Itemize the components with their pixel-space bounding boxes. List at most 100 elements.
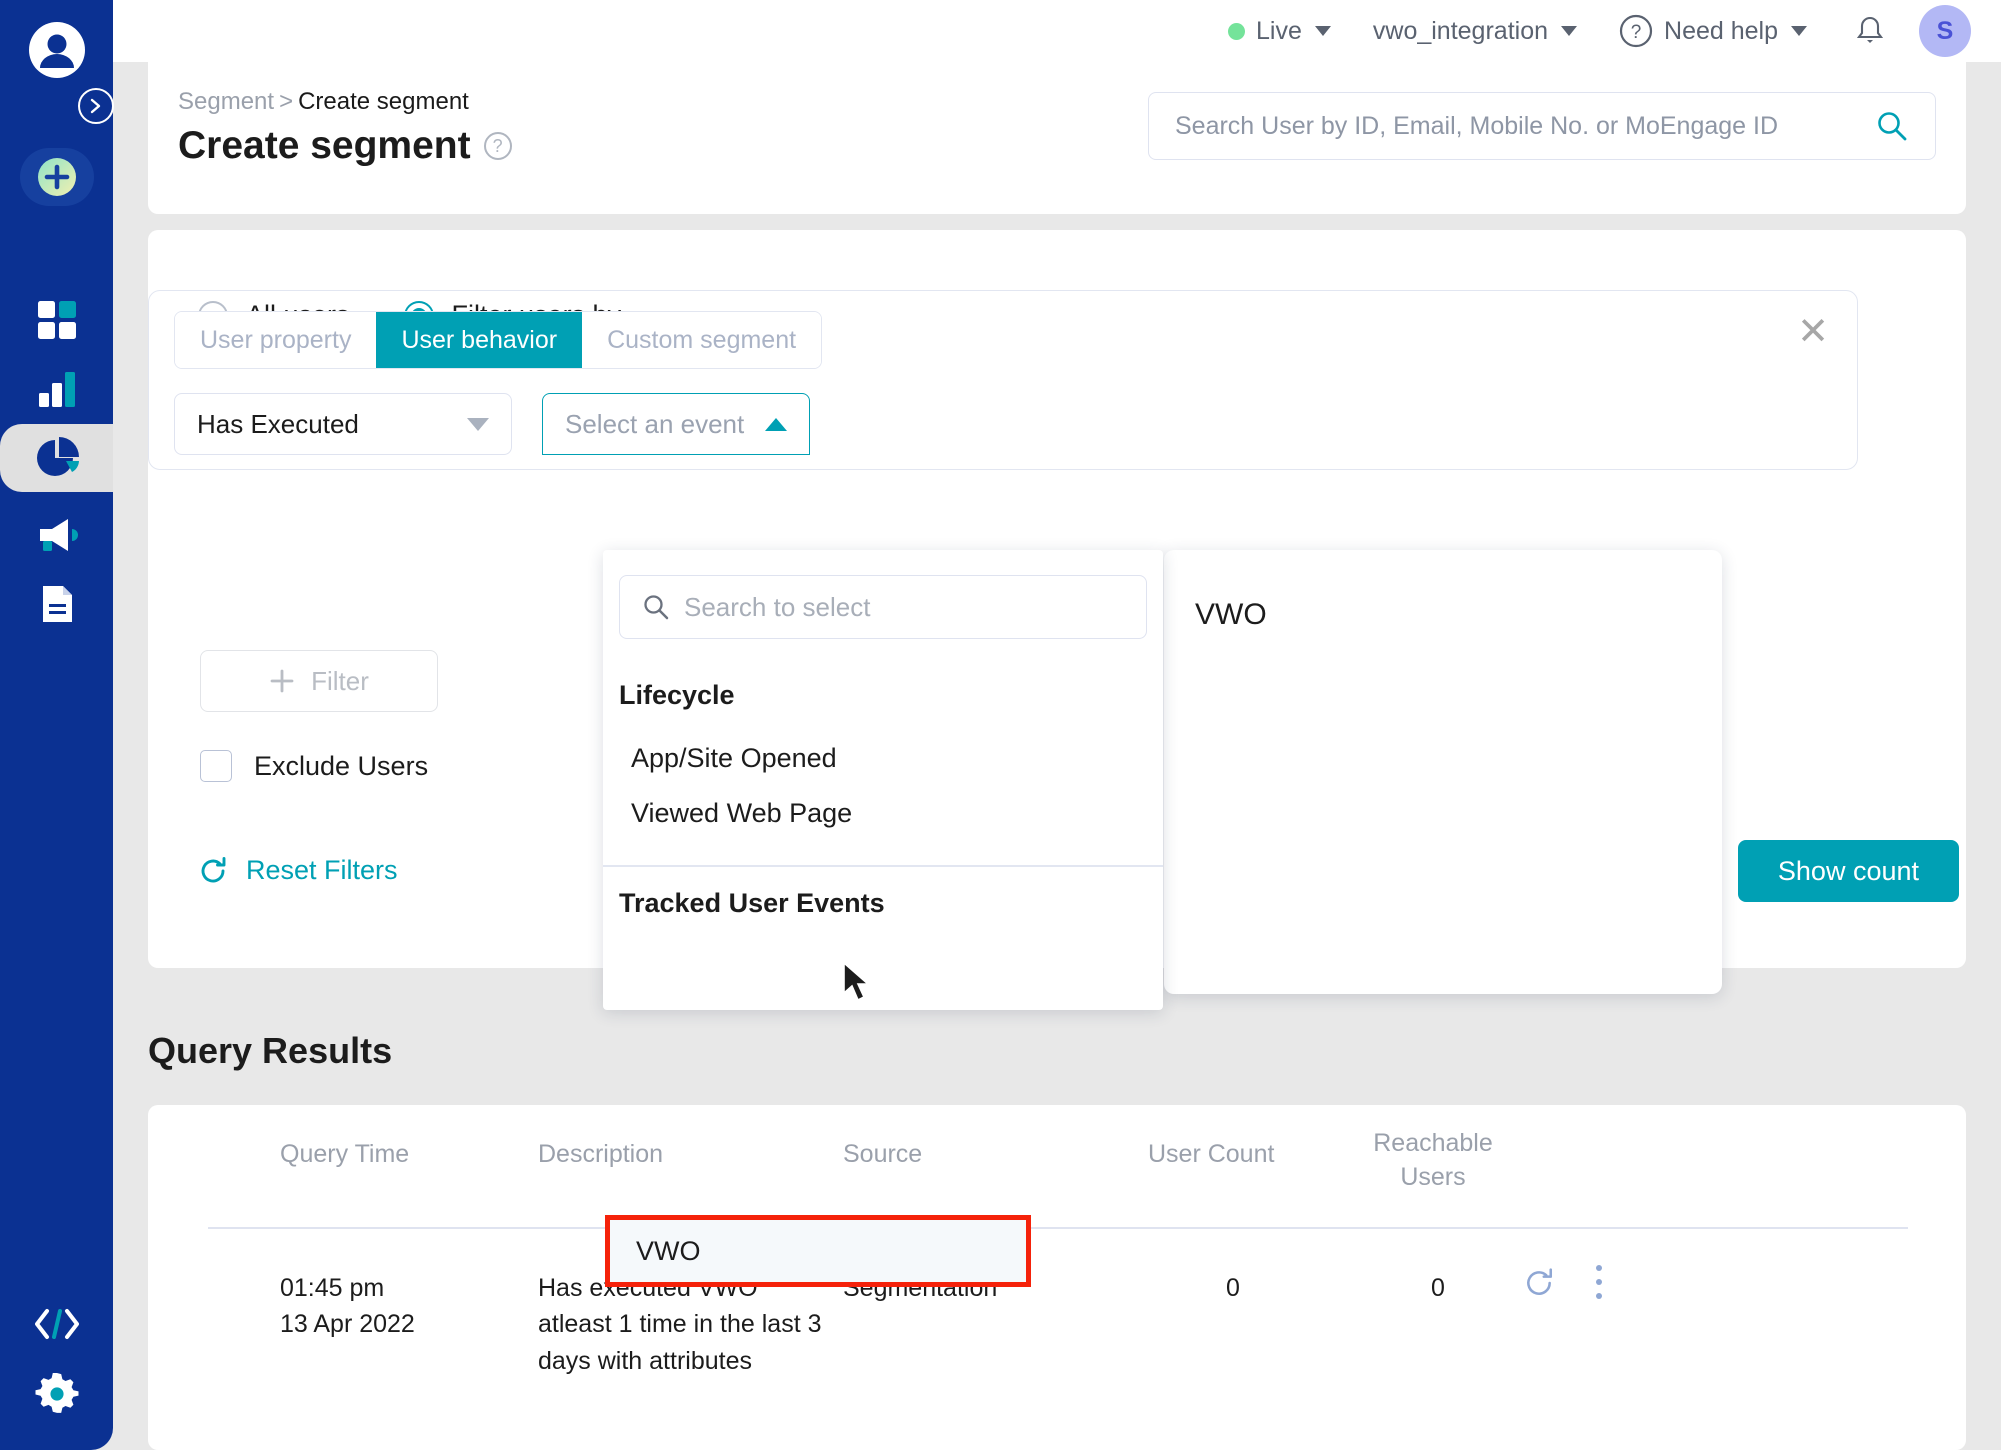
app-logo-icon[interactable] [27, 20, 87, 80]
add-filter-label: Filter [311, 665, 369, 696]
notifications-button[interactable] [1855, 14, 1885, 48]
search-icon [644, 595, 669, 620]
pie-chart-icon [36, 437, 79, 476]
event-search-input[interactable] [684, 591, 1124, 623]
row-refresh-button[interactable] [1523, 1267, 1555, 1304]
workspace-label: vwo_integration [1372, 16, 1549, 45]
page-header-card: Segment > Create segment Create segment ? [148, 62, 1966, 214]
event-select-placeholder: Select an event [565, 408, 745, 439]
sidebar-item-segments[interactable] [0, 402, 113, 514]
question-circle-icon: ? [1619, 14, 1653, 48]
sidebar-item-settings[interactable] [0, 1360, 113, 1428]
dropdown-option-vwo[interactable]: VWO [605, 1215, 1031, 1287]
tab-user-property[interactable]: User property [175, 312, 377, 368]
dropdown-divider [603, 865, 1163, 867]
query-results-header-row: Query Time Description Source User Count… [148, 1105, 1966, 1235]
sidebar-item-create[interactable] [20, 148, 94, 206]
breadcrumb-parent[interactable]: Segment [178, 88, 274, 115]
chevron-up-icon [765, 417, 787, 431]
live-status-dot [1228, 22, 1246, 40]
column-header-source: Source [843, 1140, 923, 1168]
column-header-reachable-users: Reachable Users [1373, 1129, 1493, 1191]
chevron-down-icon [1314, 26, 1331, 36]
column-header-description: Description [538, 1140, 664, 1168]
query-results-card: Query Time Description Source User Count… [148, 1105, 1966, 1450]
dropdown-option-viewed-web-page[interactable]: Viewed Web Page [603, 785, 1163, 841]
svg-text:?: ? [1631, 22, 1642, 43]
condition-group-box: User property User behavior Custom segme… [148, 290, 1858, 470]
chevron-down-icon [467, 417, 489, 431]
mouse-cursor [842, 961, 874, 1009]
megaphone-icon [39, 519, 78, 551]
chevron-down-icon [1791, 26, 1807, 36]
event-dropdown-search[interactable] [619, 575, 1147, 639]
tab-custom-segment[interactable]: Custom segment [582, 312, 822, 368]
bar-chart-icon [38, 372, 75, 407]
cell-user-count: 0 [1226, 1274, 1240, 1302]
plus-icon [270, 669, 294, 693]
column-header-user-count: User Count [1148, 1140, 1275, 1168]
event-dropdown-panel: Lifecycle App/Site Opened Viewed Web Pag… [603, 550, 1163, 1287]
need-help-menu[interactable]: ? Need help [1619, 14, 1807, 48]
page-title-text: Create segment [178, 124, 471, 167]
cell-query-time-time: 01:45 pm [280, 1274, 385, 1302]
sidebar-item-dashboard[interactable] [0, 286, 113, 354]
top-navigation-bar: Live vwo_integration ? Need help S [113, 0, 2001, 62]
add-filter-button[interactable]: Filter [200, 650, 438, 712]
left-sidebar [0, 0, 114, 1450]
workspace-selector[interactable]: vwo_integration [1372, 16, 1578, 46]
document-icon [42, 586, 72, 622]
query-results-header-divider [208, 1227, 1908, 1229]
gear-icon [35, 1373, 78, 1413]
notification-bell-icon [1856, 16, 1884, 43]
exclude-users-checkbox-control[interactable] [200, 750, 232, 782]
environment-label: Live [1256, 16, 1302, 45]
search-input[interactable] [1175, 111, 1875, 141]
need-help-label: Need help [1664, 16, 1778, 45]
remove-condition-button[interactable]: ✕ [1797, 313, 1829, 351]
code-brackets-icon [34, 1309, 79, 1339]
condition-operator-value: Has Executed [197, 408, 359, 439]
app-root: Live vwo_integration ? Need help S Segme… [0, 0, 2001, 1450]
breadcrumb: Segment > Create segment [178, 88, 469, 116]
filter-type-tabs: User property User behavior Custom segme… [174, 311, 823, 369]
row-actions-menu[interactable] [1593, 1263, 1605, 1306]
query-results-title: Query Results [148, 1030, 393, 1071]
page-title: Create segment ? [178, 124, 512, 168]
page-title-help-icon[interactable]: ? [483, 132, 512, 160]
dropdown-option-app-site-opened[interactable]: App/Site Opened [603, 730, 1163, 786]
avatar[interactable]: S [1919, 5, 1971, 57]
reset-filters-button[interactable]: Reset Filters [198, 855, 398, 886]
tab-user-behavior[interactable]: User behavior [376, 312, 583, 368]
breadcrumb-current: Create segment [298, 88, 469, 115]
breadcrumb-separator: > [279, 88, 294, 115]
condition-controls: Has Executed Select an event [174, 393, 810, 455]
dropdown-group-lifecycle-title: Lifecycle [619, 680, 735, 710]
search-icon[interactable] [1875, 109, 1909, 143]
exclude-users-checkbox[interactable]: Exclude Users [200, 750, 428, 782]
event-detail-panel-title: VWO [1195, 598, 1267, 631]
event-detail-panel: VWO [1164, 550, 1722, 994]
reset-filters-label: Reset Filters [246, 855, 398, 885]
environment-selector[interactable]: Live [1228, 17, 1331, 46]
condition-operator-select[interactable]: Has Executed [174, 393, 512, 455]
event-select[interactable]: Select an event [542, 393, 810, 455]
chevron-right-icon [90, 98, 101, 114]
plus-circle-icon [38, 158, 76, 196]
refresh-icon [201, 856, 226, 882]
dropdown-group-tracked-user-events-title: Tracked User Events [619, 888, 885, 918]
column-header-query-time: Query Time [280, 1140, 410, 1168]
user-search-box[interactable] [1148, 92, 1936, 160]
grid-squares-icon [37, 301, 76, 339]
exclude-users-label: Exclude Users [254, 750, 429, 781]
kebab-menu-icon [1596, 1265, 1602, 1299]
sidebar-expand-button[interactable] [78, 88, 114, 124]
sidebar-item-campaigns[interactable] [0, 501, 113, 569]
sidebar-item-developer[interactable] [0, 1290, 113, 1358]
sidebar-item-content[interactable] [0, 570, 113, 638]
cell-reachable-users: 0 [1431, 1274, 1445, 1302]
chevron-down-icon [1561, 26, 1578, 36]
show-count-button[interactable]: Show count [1737, 840, 1959, 902]
refresh-icon [1527, 1268, 1553, 1295]
cell-query-time-date: 13 Apr 2022 [280, 1310, 415, 1339]
